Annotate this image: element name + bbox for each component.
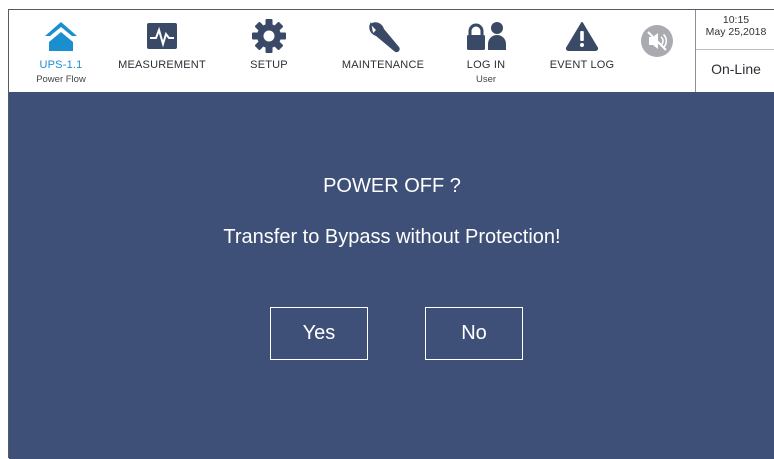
- ups-mode-status: On-Line: [711, 61, 761, 77]
- nav-sublabel: User: [475, 74, 497, 85]
- pulse-monitor-icon: [113, 19, 211, 53]
- nav-label: UPS-1.1: [39, 59, 83, 71]
- nav-label: SETUP: [250, 59, 288, 71]
- clock-time: 10:15: [722, 14, 750, 26]
- nav-event-log[interactable]: EVENT LOG: [535, 10, 629, 92]
- nav-power-flow[interactable]: UPS-1.1 Power Flow: [9, 10, 113, 92]
- top-navigation-bar: UPS-1.1 Power Flow MEASUREMENT SETUP MAI…: [9, 10, 774, 92]
- wrench-icon: [327, 19, 439, 53]
- nav-setup[interactable]: SETUP: [219, 10, 319, 92]
- nav-measurement[interactable]: MEASUREMENT: [113, 10, 211, 92]
- confirm-dialog-panel: POWER OFF ? Transfer to Bypass without P…: [9, 92, 774, 459]
- clock-date: May 25,2018: [705, 26, 767, 38]
- nav-label: LOG IN: [466, 59, 506, 71]
- dialog-message: Transfer to Bypass without Protection!: [223, 226, 561, 248]
- nav-sublabel: Power Flow: [36, 74, 86, 85]
- nav-label: EVENT LOG: [549, 59, 615, 71]
- speaker-muted-icon: [641, 25, 673, 57]
- nav-log-in[interactable]: LOG IN User: [441, 10, 531, 92]
- nav-label: MAINTENANCE: [341, 59, 425, 71]
- nav-maintenance[interactable]: MAINTENANCE: [327, 10, 439, 92]
- status-panel: 10:15 May 25,2018 On-Line: [695, 10, 774, 92]
- status-divider: [696, 49, 774, 50]
- gear-icon: [219, 19, 319, 53]
- no-button[interactable]: No: [425, 307, 523, 360]
- yes-button[interactable]: Yes: [270, 307, 368, 360]
- mute-button[interactable]: [640, 24, 674, 58]
- home-icon: [9, 19, 113, 53]
- ups-screen: UPS-1.1 Power Flow MEASUREMENT SETUP MAI…: [8, 9, 774, 459]
- lock-user-icon: [441, 19, 531, 53]
- dialog-title: POWER OFF ?: [323, 175, 461, 197]
- warning-icon: [535, 19, 629, 53]
- nav-label: MEASUREMENT: [118, 59, 206, 71]
